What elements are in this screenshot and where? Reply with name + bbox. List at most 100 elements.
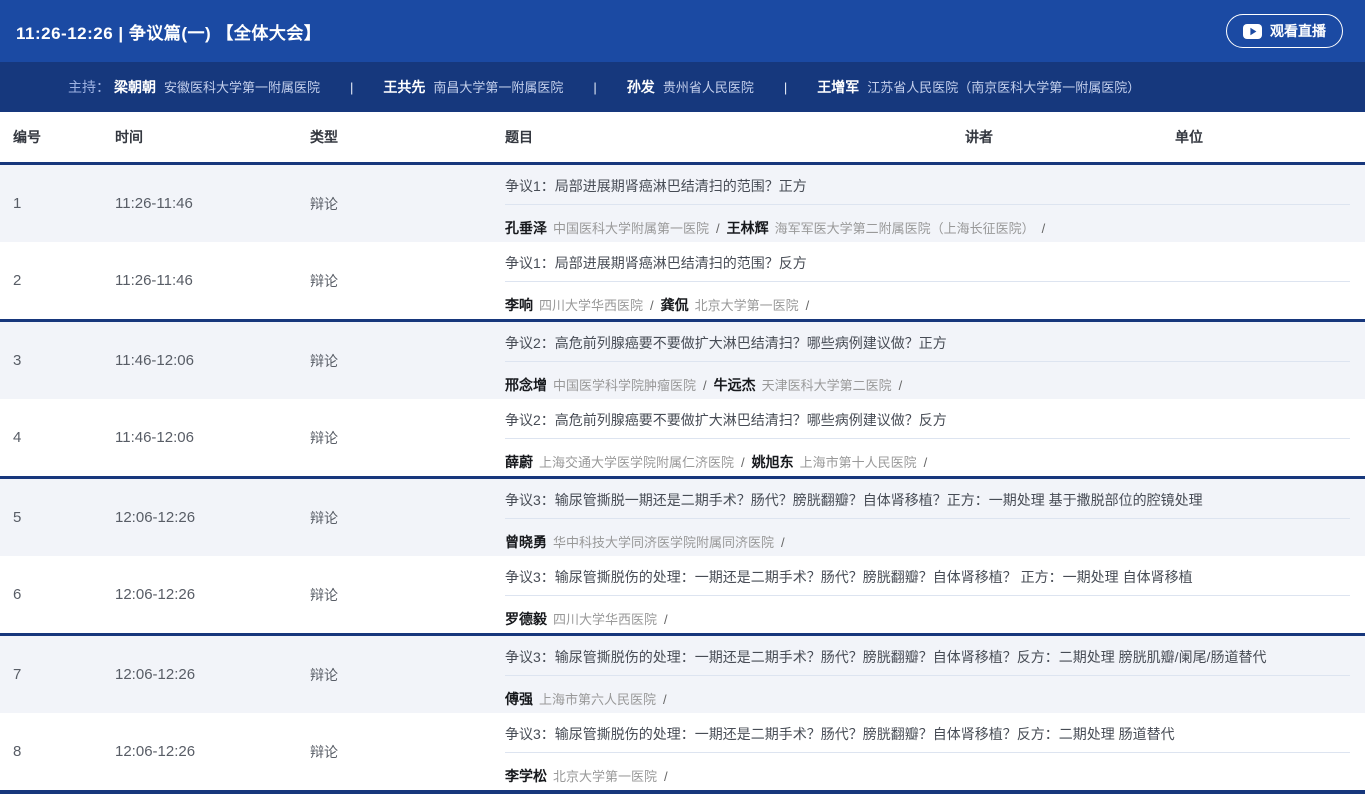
topic-cell: 争议3：输尿管撕脱伤的处理：一期还是二期手术？肠代？膀胱翻瓣？自体肾移植？反方：… bbox=[505, 713, 1365, 790]
watch-live-button[interactable]: 观看直播 bbox=[1226, 14, 1343, 48]
speaker-line: 李响四川大学华西医院/龚侃北京大学第一医院/ bbox=[505, 295, 1350, 315]
row-type: 辩论 bbox=[310, 165, 505, 242]
table-row: 211:26-11:46辩论争议1：局部进展期肾癌淋巴结清扫的范围？反方李响四川… bbox=[0, 242, 1365, 319]
speaker-affiliation: 中国医学科学院肿瘤医院 bbox=[553, 378, 696, 393]
topic-title: 争议3：输尿管撕脱伤的处理：一期还是二期手术？肠代？膀胱翻瓣？自体肾移植？反方：… bbox=[505, 726, 1350, 742]
topic-cell: 争议3：输尿管撕脱伤的处理：一期还是二期手术？肠代？膀胱翻瓣？自体肾移植？ 正方… bbox=[505, 556, 1365, 633]
speaker-name: 孔垂泽 bbox=[505, 220, 547, 236]
topic-divider bbox=[505, 675, 1350, 676]
moderator-name: 王共先 bbox=[383, 79, 425, 95]
schedule-rows: 111:26-11:46辩论争议1：局部进展期肾癌淋巴结清扫的范围？正方孔垂泽中… bbox=[0, 162, 1365, 794]
column-header-speaker: 讲者 bbox=[965, 127, 1175, 147]
speaker-affiliation: 上海交通大学医学院附属仁济医院 bbox=[539, 455, 734, 470]
row-number: 1 bbox=[13, 165, 115, 242]
moderator-name: 梁朝朝 bbox=[114, 79, 156, 95]
moderator-affiliation: 安徽医科大学第一附属医院 bbox=[164, 80, 320, 95]
row-type: 辩论 bbox=[310, 713, 505, 790]
table-bottom-line bbox=[0, 790, 1365, 794]
speaker-separator: / bbox=[924, 455, 928, 470]
column-header-no: 编号 bbox=[13, 127, 115, 147]
speaker-name: 罗德毅 bbox=[505, 611, 547, 627]
speaker-separator: / bbox=[663, 692, 667, 707]
speaker-name: 曾晓勇 bbox=[505, 534, 547, 550]
speaker-affiliation: 北京大学第一医院 bbox=[695, 298, 799, 313]
moderator-label: 主持： bbox=[68, 77, 110, 97]
row-type: 辩论 bbox=[310, 479, 505, 556]
row-type: 辩论 bbox=[310, 636, 505, 713]
speaker-separator: / bbox=[806, 298, 810, 313]
speaker-line: 李学松北京大学第一医院/ bbox=[505, 766, 1350, 786]
moderator-affiliation: 江苏省人民医院（南京医科大学第一附属医院） bbox=[867, 80, 1140, 95]
row-time: 11:46-12:06 bbox=[115, 322, 310, 399]
topic-title: 争议3：输尿管撕脱一期还是二期手术？肠代？膀胱翻瓣？自体肾移植？正方：一期处理 … bbox=[505, 492, 1350, 508]
speaker-affiliation: 上海市第六人民医院 bbox=[539, 692, 656, 707]
speaker-separator: / bbox=[741, 455, 745, 470]
speaker-separator: / bbox=[664, 769, 668, 784]
table-row: 712:06-12:26辩论争议3：输尿管撕脱伤的处理：一期还是二期手术？肠代？… bbox=[0, 636, 1365, 713]
topic-divider bbox=[505, 361, 1350, 362]
row-time: 11:26-11:46 bbox=[115, 165, 310, 242]
column-header-topic: 题目 bbox=[505, 127, 965, 147]
moderator-list: 梁朝朝安徽医科大学第一附属医院|王共先南昌大学第一附属医院|孙发贵州省人民医院|… bbox=[114, 77, 1140, 97]
row-number: 5 bbox=[13, 479, 115, 556]
table-row: 311:46-12:06辩论争议2：高危前列腺癌要不要做扩大淋巴结清扫？哪些病例… bbox=[0, 322, 1365, 399]
speaker-separator: / bbox=[899, 378, 903, 393]
topic-divider bbox=[505, 518, 1350, 519]
speaker-separator: / bbox=[664, 612, 668, 627]
speaker-affiliation: 北京大学第一医院 bbox=[553, 769, 657, 784]
row-time: 11:26-11:46 bbox=[115, 242, 310, 319]
row-type: 辩论 bbox=[310, 556, 505, 633]
moderator-separator: | bbox=[593, 80, 596, 95]
row-time: 11:46-12:06 bbox=[115, 399, 310, 476]
moderator-bar: 主持： 梁朝朝安徽医科大学第一附属医院|王共先南昌大学第一附属医院|孙发贵州省人… bbox=[0, 62, 1365, 112]
speaker-name: 牛远杰 bbox=[714, 377, 756, 393]
row-number: 6 bbox=[13, 556, 115, 633]
topic-cell: 争议3：输尿管撕脱一期还是二期手术？肠代？膀胱翻瓣？自体肾移植？正方：一期处理 … bbox=[505, 479, 1365, 556]
speaker-name: 王林辉 bbox=[727, 220, 769, 236]
row-time: 12:06-12:26 bbox=[115, 556, 310, 633]
topic-cell: 争议1：局部进展期肾癌淋巴结清扫的范围？正方孔垂泽中国医科大学附属第一医院 / 王林… bbox=[505, 165, 1365, 242]
row-time: 12:06-12:26 bbox=[115, 479, 310, 556]
speaker-name: 姚旭东 bbox=[752, 454, 794, 470]
speaker-affiliation: 上海市第十人民医院 bbox=[800, 455, 917, 470]
row-time: 12:06-12:26 bbox=[115, 636, 310, 713]
column-header-affiliation: 单位 bbox=[1175, 127, 1365, 147]
watch-live-label: 观看直播 bbox=[1270, 21, 1326, 41]
topic-title: 争议3：输尿管撕脱伤的处理：一期还是二期手术？肠代？膀胱翻瓣？自体肾移植？反方：… bbox=[505, 649, 1350, 665]
row-number: 8 bbox=[13, 713, 115, 790]
topic-cell: 争议2：高危前列腺癌要不要做扩大淋巴结清扫？哪些病例建议做？正方邢念增中国医学科… bbox=[505, 322, 1365, 399]
speaker-affiliation: 海军军医大学第二附属医院（上海长征医院） bbox=[775, 221, 1035, 236]
moderator-name: 孙发 bbox=[627, 79, 655, 95]
speaker-separator: / bbox=[1042, 221, 1046, 236]
speaker-separator: / bbox=[650, 298, 654, 313]
speaker-affiliation: 四川大学华西医院 bbox=[539, 298, 643, 313]
speaker-line: 罗德毅四川大学华西医院 / bbox=[505, 609, 1350, 629]
topic-cell: 争议3：输尿管撕脱伤的处理：一期还是二期手术？肠代？膀胱翻瓣？自体肾移植？反方：… bbox=[505, 636, 1365, 713]
moderator-affiliation: 贵州省人民医院 bbox=[663, 80, 754, 95]
session-title: 11:26-12:26 | 争议篇(一) 【全体大会】 bbox=[16, 19, 321, 44]
speaker-separator: / bbox=[703, 378, 707, 393]
moderator-name: 王增军 bbox=[817, 79, 859, 95]
play-icon bbox=[1243, 24, 1262, 39]
speaker-name: 李响 bbox=[505, 297, 533, 313]
topic-title: 争议1：局部进展期肾癌淋巴结清扫的范围？正方 bbox=[505, 178, 1350, 194]
table-row: 612:06-12:26辩论争议3：输尿管撕脱伤的处理：一期还是二期手术？肠代？… bbox=[0, 556, 1365, 633]
topic-cell: 争议1：局部进展期肾癌淋巴结清扫的范围？反方李响四川大学华西医院/龚侃北京大学第… bbox=[505, 242, 1365, 319]
topic-title: 争议3：输尿管撕脱伤的处理：一期还是二期手术？肠代？膀胱翻瓣？自体肾移植？ 正方… bbox=[505, 569, 1350, 585]
speaker-line: 薛蔚上海交通大学医学院附属仁济医院/姚旭东上海市第十人民医院/ bbox=[505, 452, 1350, 472]
speaker-line: 邢念增中国医学科学院肿瘤医院 / 牛远杰天津医科大学第二医院 / bbox=[505, 375, 1350, 395]
speaker-line: 孔垂泽中国医科大学附属第一医院/王林辉海军军医大学第二附属医院（上海长征医院）/ bbox=[505, 218, 1350, 238]
topic-divider bbox=[505, 595, 1350, 596]
speaker-line: 曾晓勇华中科技大学同济医学院附属同济医院/ bbox=[505, 532, 1350, 552]
moderator-separator: | bbox=[350, 80, 353, 95]
speaker-affiliation: 天津医科大学第二医院 bbox=[762, 378, 892, 393]
speaker-affiliation: 四川大学华西医院 bbox=[553, 612, 657, 627]
speaker-name: 邢念增 bbox=[505, 377, 547, 393]
row-time: 12:06-12:26 bbox=[115, 713, 310, 790]
row-number: 4 bbox=[13, 399, 115, 476]
row-type: 辩论 bbox=[310, 322, 505, 399]
speaker-affiliation: 中国医科大学附属第一医院 bbox=[553, 221, 709, 236]
speaker-affiliation: 华中科技大学同济医学院附属同济医院 bbox=[553, 535, 774, 550]
row-number: 7 bbox=[13, 636, 115, 713]
row-number: 2 bbox=[13, 242, 115, 319]
